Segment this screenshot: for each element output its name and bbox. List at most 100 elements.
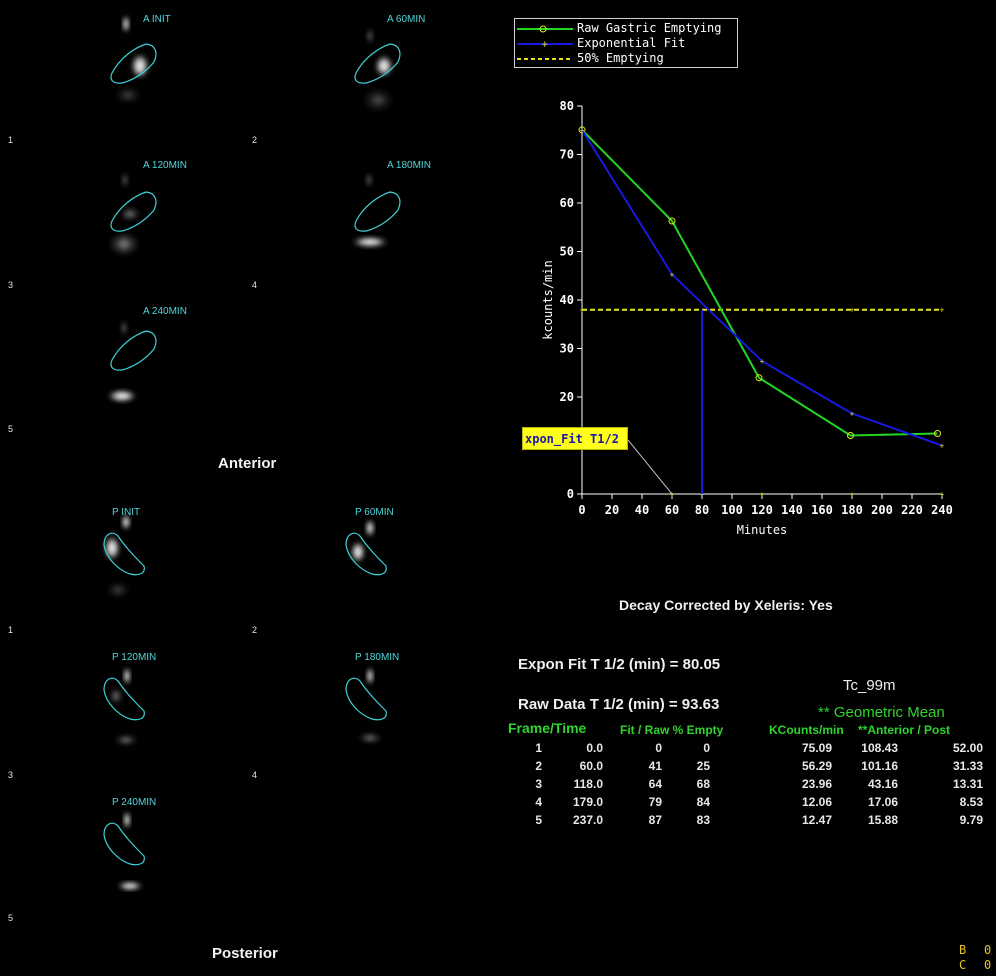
frame-index-posterior-1: 1: [8, 625, 14, 635]
table-cell-post: 9.79: [959, 813, 983, 827]
table-cell-time: 0.0: [586, 741, 603, 755]
frame-label-posterior-4: P 180MIN: [355, 652, 400, 663]
series-line-fit: [581, 129, 943, 447]
y-tick-label: 80: [560, 99, 574, 113]
y-axis-title: kcounts/min: [541, 260, 555, 339]
table-cell-kc: 75.09: [801, 741, 832, 755]
scan-frame-posterior-5[interactable]: [103, 810, 145, 891]
fit-data-point: +: [670, 270, 675, 279]
corner-c-value: 0: [984, 958, 992, 972]
geometric-mean-label: ** Geometric Mean: [818, 704, 945, 721]
gastric-emptying-chart: 0102030405060708002040608010012014016018…: [541, 99, 953, 537]
table-cell-ant: 43.16: [867, 777, 898, 791]
frame-index-anterior-1: 1: [8, 135, 14, 145]
frame-label-anterior-1: A INIT: [143, 14, 171, 25]
frame-index-posterior-2: 2: [252, 625, 258, 635]
scan-frame-anterior-1[interactable]: [110, 14, 157, 105]
legend-label-half: 50% Emptying: [577, 51, 664, 65]
table-cell-time: 60.0: [579, 759, 603, 773]
table-cell-fit: 79: [648, 795, 662, 809]
axis-marker: +: [670, 490, 675, 499]
legend-label-raw: Raw Gastric Emptying: [577, 21, 722, 35]
y-tick-label: 70: [560, 148, 574, 162]
y-tick-label: 60: [560, 196, 574, 210]
y-tick-label: 20: [560, 390, 574, 404]
x-tick-label: 180: [841, 503, 863, 517]
chart-legend: Raw Gastric Emptying + Exponential Fit 5…: [514, 18, 738, 68]
table-cell-frame: 2: [535, 759, 542, 773]
series-line-raw: [581, 129, 938, 437]
axis-marker: +: [850, 490, 855, 499]
scan-frame-posterior-3[interactable]: [103, 666, 145, 746]
table-cell-raw: 0: [703, 741, 710, 755]
table-header-ant-post: **Anterior / Post: [858, 723, 951, 737]
legend-item-half: 50% Emptying: [515, 51, 737, 66]
table-cell-post: 31.33: [952, 759, 983, 773]
table-cell-frame: 3: [535, 777, 542, 791]
y-tick-label: 30: [560, 342, 574, 356]
table-cell-frame: 1: [535, 741, 542, 755]
x-axis-title: Minutes: [737, 523, 788, 537]
table-cell-post: 13.31: [952, 777, 983, 791]
frame-label-anterior-2: A 60MIN: [387, 14, 426, 25]
corner-c-label: C: [959, 958, 967, 972]
half-point-marker: +: [850, 306, 855, 315]
corner-b-label: B: [959, 943, 967, 957]
frame-label-posterior-1: P INIT: [112, 507, 141, 518]
y-tick-label: 50: [560, 245, 574, 259]
fit-data-point: +: [850, 409, 855, 418]
scan-frame-posterior-1[interactable]: [103, 513, 145, 600]
frame-label-anterior-4: A 180MIN: [387, 160, 431, 171]
fit-data-point: +: [760, 357, 765, 366]
half-point-marker: +: [940, 306, 945, 315]
table-cell-fit: 87: [648, 813, 662, 827]
half-point-marker: +: [670, 306, 675, 315]
x-tick-label: 100: [721, 503, 743, 517]
x-tick-label: 200: [871, 503, 893, 517]
table-cell-raw: 84: [696, 795, 710, 809]
scan-frame-anterior-5[interactable]: [106, 319, 157, 403]
x-tick-label: 0: [578, 503, 585, 517]
x-tick-label: 120: [751, 503, 773, 517]
t-half-tooltip[interactable]: xpon_Fit T1/2: [522, 427, 628, 450]
svg-text:+: +: [541, 40, 549, 49]
table-cell-ant: 101.16: [861, 759, 898, 773]
frame-label-posterior-5: P 240MIN: [112, 797, 157, 808]
frame-index-anterior-5: 5: [8, 424, 14, 434]
legend-item-raw: Raw Gastric Emptying: [515, 21, 737, 36]
x-tick-label: 160: [811, 503, 833, 517]
table-cell-fit: 0: [655, 741, 662, 755]
scan-frame-posterior-2[interactable]: [345, 518, 387, 576]
decay-correction-text: Decay Corrected by Xeleris: Yes: [619, 597, 833, 613]
half-point-marker: +: [580, 306, 585, 315]
legend-item-fit: + Exponential Fit: [515, 36, 737, 51]
table-cell-time: 237.0: [572, 813, 603, 827]
x-tick-label: 220: [901, 503, 923, 517]
table-cell-raw: 25: [696, 759, 710, 773]
x-tick-label: 80: [695, 503, 709, 517]
frame-label-anterior-3: A 120MIN: [143, 160, 187, 171]
table-cell-ant: 15.88: [867, 813, 898, 827]
axis-marker: +: [760, 490, 765, 499]
roi-outline: [110, 330, 157, 371]
frame-index-anterior-2: 2: [252, 135, 258, 145]
frame-index-posterior-3: 3: [8, 770, 14, 780]
scan-frame-posterior-4[interactable]: [345, 666, 387, 744]
frame-index-anterior-4: 4: [252, 280, 258, 290]
isotope-label: Tc_99m: [843, 677, 896, 694]
table-cell-kc: 56.29: [801, 759, 832, 773]
y-tick-label: 0: [567, 487, 574, 501]
table-cell-time: 118.0: [573, 777, 603, 791]
table-cell-time: 179.0: [572, 795, 603, 809]
corner-b-value: 0: [984, 943, 992, 957]
scan-images-canvas: [103, 14, 401, 891]
scan-frame-anterior-4[interactable]: [350, 171, 401, 248]
table-cell-post: 8.53: [959, 795, 983, 809]
x-tick-label: 60: [665, 503, 679, 517]
tooltip-leader-line: [627, 439, 673, 495]
frame-index-posterior-4: 4: [252, 770, 258, 780]
roi-outline: [103, 822, 145, 866]
scan-frame-anterior-3[interactable]: [106, 171, 157, 258]
scan-frame-anterior-2[interactable]: [354, 26, 401, 114]
y-tick-label: 40: [560, 293, 574, 307]
